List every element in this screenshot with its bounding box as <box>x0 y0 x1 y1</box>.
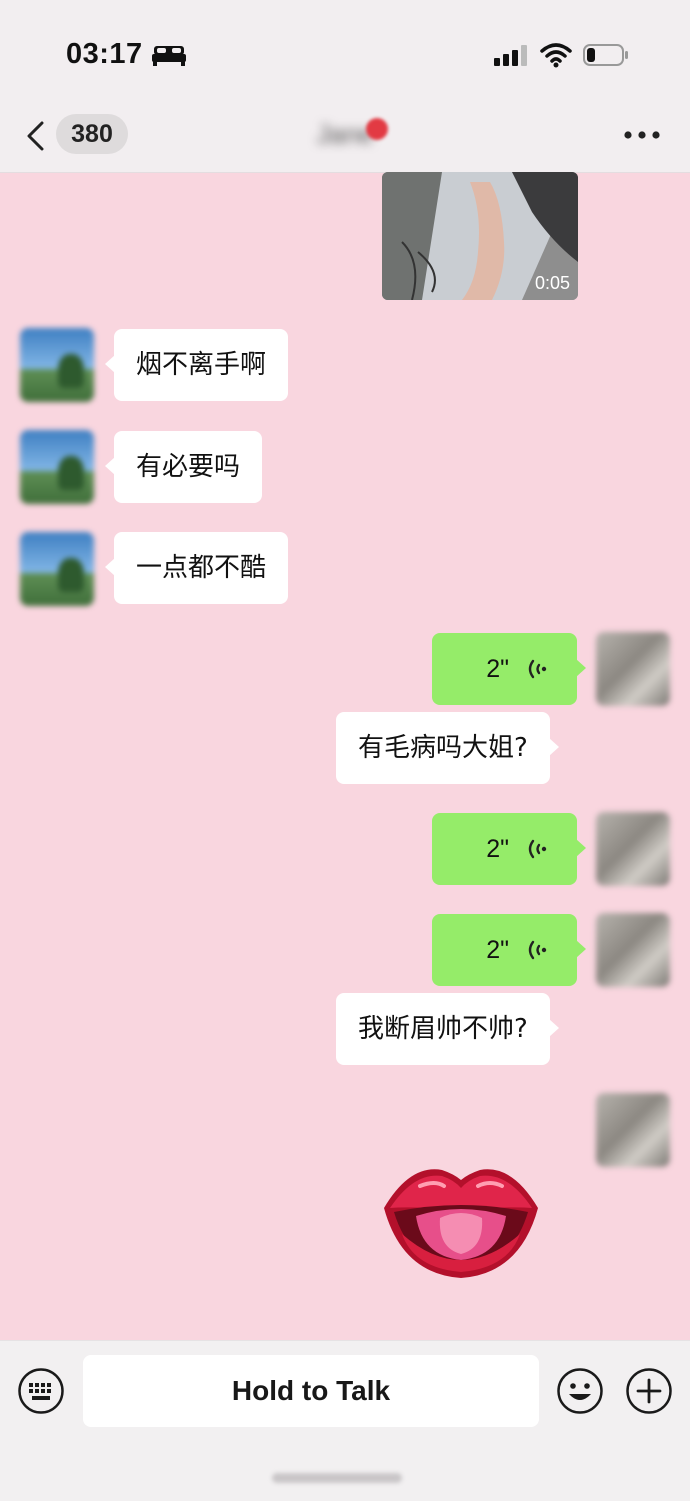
signal-icon <box>494 45 527 66</box>
incoming-text-bubble[interactable]: 一点都不酷 <box>104 532 289 604</box>
my-avatar[interactable] <box>596 632 670 706</box>
chat-header: 380 Jane <box>0 100 690 173</box>
voice-message-bubble[interactable]: 2" <box>432 813 586 885</box>
lips-sticker[interactable] <box>380 1156 542 1282</box>
my-avatar[interactable] <box>596 913 670 987</box>
back-chevron-icon[interactable] <box>24 120 48 152</box>
keyboard-icon[interactable] <box>18 1368 64 1414</box>
bed-icon <box>152 46 186 66</box>
more-icon[interactable] <box>622 128 662 142</box>
notification-dot <box>366 118 388 140</box>
chat-title: Jane <box>316 119 374 149</box>
video-duration: 0:05 <box>534 273 570 293</box>
status-time: 03:17 <box>66 38 143 70</box>
outgoing-text-bubble[interactable]: 我断眉帅不帅? <box>336 993 559 1065</box>
voice-duration: 2" <box>486 936 509 964</box>
status-bar: 03:17 <box>0 0 690 100</box>
plus-icon[interactable] <box>626 1368 672 1414</box>
voice-wave-icon <box>528 839 547 859</box>
voice-duration: 2" <box>486 655 509 683</box>
contact-avatar[interactable] <box>20 430 94 504</box>
my-avatar[interactable] <box>596 1093 670 1167</box>
voice-wave-icon <box>528 940 547 960</box>
my-avatar[interactable] <box>596 812 670 886</box>
unread-count-badge[interactable]: 380 <box>56 114 128 154</box>
home-indicator <box>272 1473 402 1483</box>
voice-message-bubble[interactable]: 2" <box>432 633 586 705</box>
video-message[interactable]: 0:05 <box>382 172 578 300</box>
incoming-text-bubble[interactable]: 烟不离手啊 <box>104 329 289 401</box>
outgoing-text-bubble[interactable]: 有毛病吗大姐? <box>336 712 559 784</box>
voice-wave-icon <box>528 659 547 679</box>
emoji-icon[interactable] <box>557 1368 603 1414</box>
voice-duration: 2" <box>486 835 509 863</box>
battery-icon <box>583 44 628 66</box>
wifi-icon <box>540 43 572 68</box>
incoming-text-bubble[interactable]: 有必要吗 <box>104 431 263 503</box>
contact-avatar[interactable] <box>20 328 94 402</box>
contact-avatar[interactable] <box>20 532 94 606</box>
voice-message-bubble[interactable]: 2" <box>432 914 586 986</box>
hold-to-talk-button[interactable]: Hold to Talk <box>83 1355 539 1427</box>
